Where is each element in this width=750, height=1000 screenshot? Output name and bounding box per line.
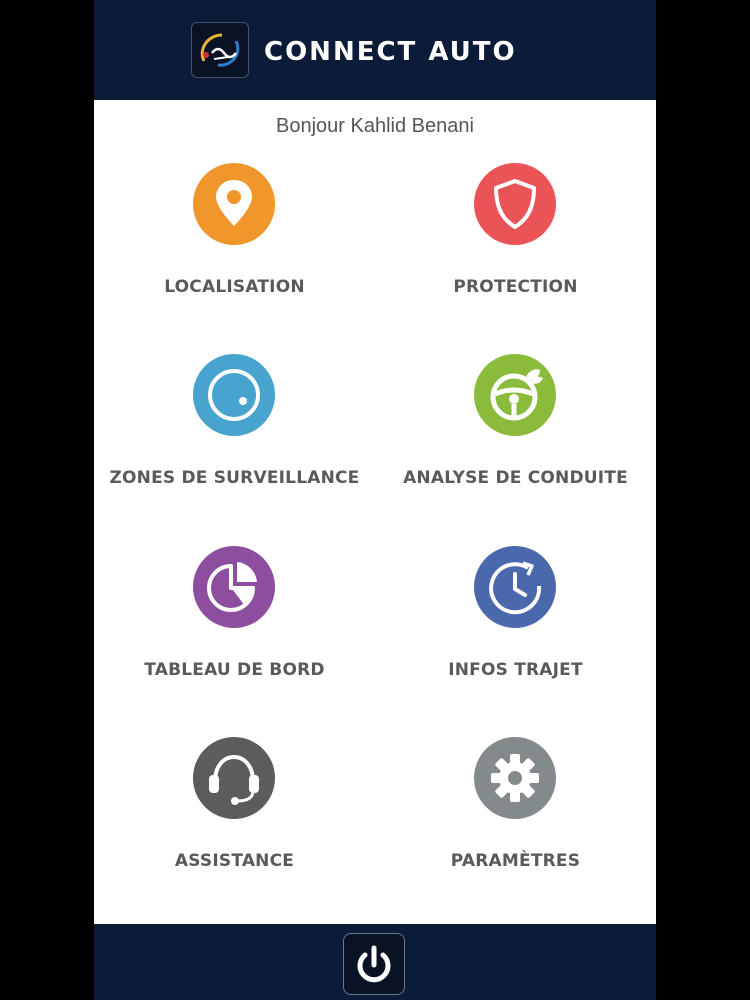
menu-item-label: INFOS TRAJET <box>448 660 583 680</box>
shield-icon <box>474 163 556 245</box>
menu-item-parametres[interactable]: PARAMÈTRES <box>375 737 656 917</box>
power-button[interactable] <box>343 933 405 995</box>
bottom-bar <box>94 924 656 1000</box>
menu-item-infos-trajet[interactable]: INFOS TRAJET <box>375 546 656 726</box>
menu-item-protection[interactable]: PROTECTION <box>375 163 656 343</box>
app-screen: CONNECT AUTO Bonjour Kahlid Benani LOCAL… <box>94 0 656 1000</box>
zone-circle-icon <box>193 354 275 436</box>
menu-item-label: TABLEAU DE BORD <box>144 660 325 680</box>
menu-item-label: ANALYSE DE CONDUITE <box>403 468 628 488</box>
menu-item-label: LOCALISATION <box>164 277 305 297</box>
menu-item-label: ZONES DE SURVEILLANCE <box>109 468 360 488</box>
pie-chart-icon <box>193 546 275 628</box>
menu-item-localisation[interactable]: LOCALISATION <box>94 163 375 343</box>
menu-item-tableau-de-bord[interactable]: TABLEAU DE BORD <box>94 546 375 726</box>
power-icon <box>357 945 391 983</box>
menu-item-label: PARAMÈTRES <box>450 851 581 871</box>
headset-icon <box>193 737 275 819</box>
eco-steering-wheel-icon <box>474 354 556 436</box>
map-pin-icon <box>193 163 275 245</box>
gear-icon <box>474 737 556 819</box>
clock-refresh-icon <box>474 546 556 628</box>
menu-item-label: ASSISTANCE <box>174 851 295 871</box>
menu-item-analyse-de-conduite[interactable]: ANALYSE DE CONDUITE <box>375 354 656 534</box>
menu-item-assistance[interactable]: ASSISTANCE <box>94 737 375 917</box>
main-menu-grid: LOCALISATION PROTECTION ZONES DE SURVEIL… <box>94 0 656 924</box>
menu-item-zones-de-surveillance[interactable]: ZONES DE SURVEILLANCE <box>94 354 375 534</box>
menu-item-label: PROTECTION <box>453 277 578 297</box>
